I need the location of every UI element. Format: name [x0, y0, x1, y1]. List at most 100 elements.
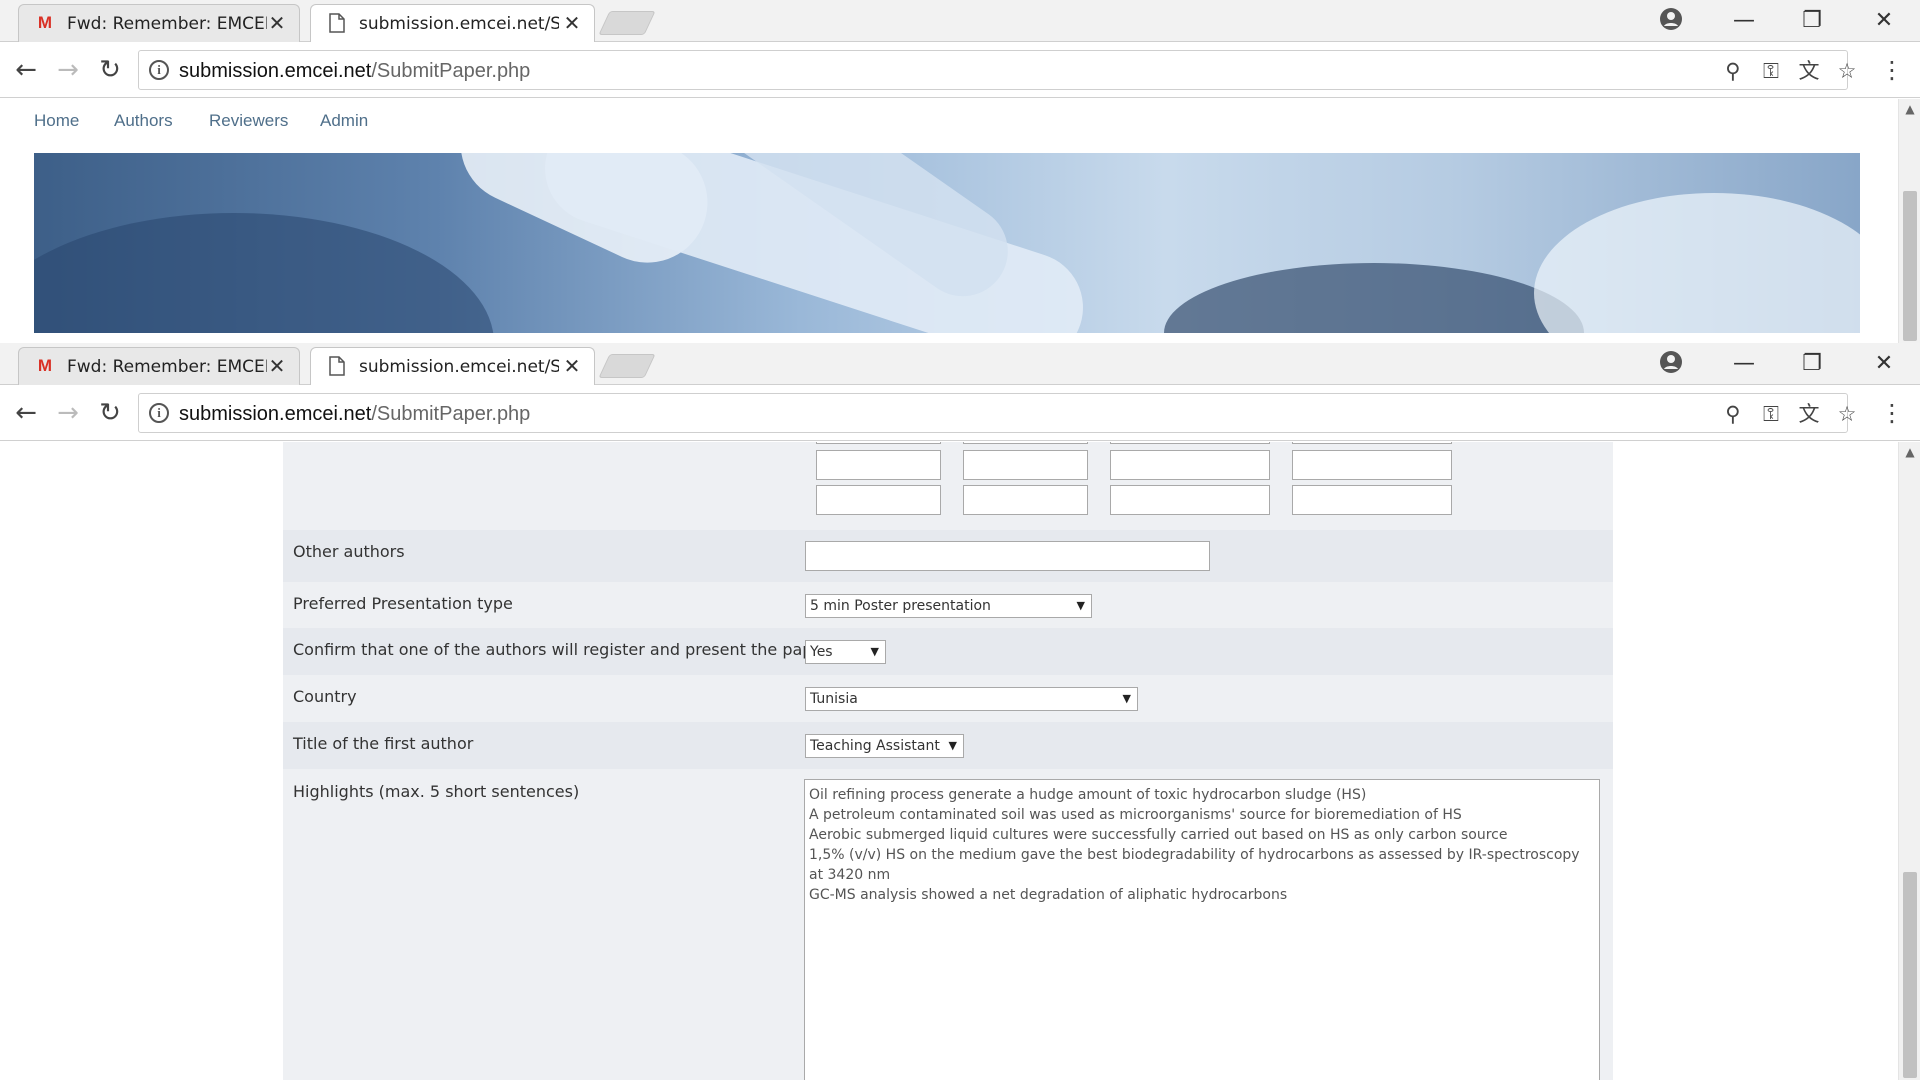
profile-icon[interactable] [1658, 349, 1684, 375]
scrollbar[interactable]: ▲ [1898, 442, 1920, 1080]
scroll-thumb[interactable] [1903, 191, 1917, 341]
tab-title: submission.emcei.net/Su [359, 357, 559, 377]
back-icon[interactable]: ← [10, 54, 42, 86]
gmail-icon: M [37, 356, 53, 375]
browser-window-bottom: M Fwd: Remember: EMCEI- ✕ submission.emc… [0, 343, 1920, 1080]
author-field[interactable] [1292, 485, 1452, 515]
star-icon[interactable]: ☆ [1833, 400, 1861, 428]
row-presentation-type: Preferred Presentation type 5 min Poster… [283, 582, 1613, 628]
window-close-icon[interactable]: ✕ [1868, 349, 1900, 379]
zoom-icon[interactable]: ⚲ [1719, 400, 1747, 428]
author-field[interactable] [816, 450, 941, 480]
url-text: submission.emcei.net/SubmitPaper.php [179, 403, 531, 425]
info-icon[interactable]: i [149, 60, 169, 80]
nav-admin[interactable]: Admin [320, 111, 368, 131]
dropdown-arrow-icon: ▼ [1122, 692, 1131, 705]
reload-icon[interactable]: ↻ [94, 54, 126, 86]
author-field[interactable] [1110, 442, 1270, 444]
close-icon[interactable]: ✕ [267, 356, 287, 376]
close-icon[interactable]: ✕ [562, 13, 582, 33]
minimize-icon[interactable]: — [1728, 349, 1760, 379]
browser-toolbar: ← → ↻ i submission.emcei.net/SubmitPaper… [0, 42, 1920, 98]
row-other-authors: Other authors [283, 530, 1613, 582]
highlights-textarea[interactable]: Oil refining process generate a hudge am… [804, 779, 1600, 1080]
key-icon[interactable]: ⚿ [1757, 57, 1785, 85]
tab-submission[interactable]: submission.emcei.net/Su ✕ [310, 347, 595, 385]
scroll-up-icon[interactable]: ▲ [1904, 446, 1916, 458]
forward-icon[interactable]: → [52, 397, 84, 429]
other-authors-input[interactable] [805, 541, 1210, 571]
country-label: Country [293, 687, 357, 706]
tab-strip: M Fwd: Remember: EMCEI- ✕ submission.emc… [0, 0, 1920, 42]
tab-title: Fwd: Remember: EMCEI- [67, 14, 267, 34]
new-tab-button[interactable] [598, 11, 656, 35]
nav-authors[interactable]: Authors [114, 111, 173, 131]
highlight-line: 1,5% (v/v) HS on the medium gave the bes… [809, 847, 1585, 883]
close-icon[interactable]: ✕ [562, 356, 582, 376]
address-bar[interactable]: i submission.emcei.net/SubmitPaper.php ⚲… [138, 50, 1856, 90]
translate-icon[interactable]: 文 [1795, 57, 1823, 85]
author-field[interactable] [963, 450, 1088, 480]
tab-gmail[interactable]: M Fwd: Remember: EMCEI- ✕ [18, 347, 300, 385]
close-icon[interactable]: ✕ [267, 13, 287, 33]
tab-gmail[interactable]: M Fwd: Remember: EMCEI- ✕ [18, 4, 300, 42]
confirm-register-select[interactable]: Yes ▼ [805, 640, 886, 664]
country-select[interactable]: Tunisia ▼ [805, 687, 1138, 711]
author-field[interactable] [816, 442, 941, 444]
scrollbar[interactable]: ▲ [1898, 99, 1920, 343]
author-field[interactable] [963, 485, 1088, 515]
highlight-line: GC-MS analysis showed a net degradation … [809, 887, 1288, 903]
author-grid [283, 442, 1613, 530]
menu-icon[interactable]: ⋮ [1880, 397, 1904, 429]
restore-icon[interactable]: ❐ [1796, 349, 1828, 379]
address-bar[interactable]: i submission.emcei.net/SubmitPaper.php ⚲… [138, 393, 1856, 433]
translate-icon[interactable]: 文 [1795, 400, 1823, 428]
dropdown-arrow-icon: ▼ [1076, 599, 1085, 612]
zoom-icon[interactable]: ⚲ [1719, 57, 1747, 85]
header-banner [34, 153, 1860, 333]
author-field[interactable] [1292, 450, 1452, 480]
window-close-icon[interactable]: ✕ [1868, 6, 1900, 36]
dropdown-arrow-icon: ▼ [870, 645, 879, 658]
author-field[interactable] [816, 485, 941, 515]
page-icon [327, 356, 347, 376]
highlight-line: A petroleum contaminated soil was used a… [809, 807, 1462, 823]
info-icon[interactable]: i [149, 403, 169, 423]
tab-submission[interactable]: submission.emcei.net/Su ✕ [310, 4, 595, 42]
browser-toolbar: ← → ↻ i submission.emcei.net/SubmitPaper… [0, 385, 1920, 441]
back-icon[interactable]: ← [10, 397, 42, 429]
nav-reviewers[interactable]: Reviewers [209, 111, 288, 131]
profile-icon[interactable] [1658, 6, 1684, 32]
confirm-register-value: Yes [810, 644, 833, 660]
author-field[interactable] [1292, 442, 1452, 444]
forward-icon[interactable]: → [52, 54, 84, 86]
row-author-title: Title of the first author Teaching Assis… [283, 722, 1613, 769]
author-field[interactable] [1110, 485, 1270, 515]
other-authors-label: Other authors [293, 542, 405, 561]
presentation-type-select[interactable]: 5 min Poster presentation ▼ [805, 594, 1092, 618]
key-icon[interactable]: ⚿ [1757, 400, 1785, 428]
dropdown-arrow-icon: ▼ [948, 739, 957, 752]
submission-form: Other authors Preferred Presentation typ… [283, 442, 1613, 1080]
row-confirm-register: Confirm that one of the authors will reg… [283, 628, 1613, 675]
author-title-select[interactable]: Teaching Assistant ▼ [805, 734, 964, 758]
highlight-line: Oil refining process generate a hudge am… [809, 787, 1367, 803]
scroll-up-icon[interactable]: ▲ [1904, 103, 1916, 115]
country-value: Tunisia [810, 691, 858, 707]
tab-title: submission.emcei.net/Su [359, 14, 559, 34]
author-field[interactable] [1110, 450, 1270, 480]
page-icon [327, 13, 347, 33]
scroll-thumb[interactable] [1903, 872, 1917, 1078]
star-icon[interactable]: ☆ [1833, 57, 1861, 85]
author-title-label: Title of the first author [293, 734, 474, 753]
restore-icon[interactable]: ❐ [1796, 6, 1828, 36]
highlight-line: Aerobic submerged liquid cultures were s… [809, 827, 1508, 843]
row-country: Country Tunisia ▼ [283, 675, 1613, 722]
minimize-icon[interactable]: — [1728, 6, 1760, 36]
nav-home[interactable]: Home [34, 111, 79, 131]
author-field[interactable] [963, 442, 1088, 444]
new-tab-button[interactable] [598, 354, 656, 378]
menu-icon[interactable]: ⋮ [1880, 54, 1904, 86]
row-highlights: Highlights (max. 5 short sentences) Oil … [283, 769, 1613, 1080]
reload-icon[interactable]: ↻ [94, 397, 126, 429]
